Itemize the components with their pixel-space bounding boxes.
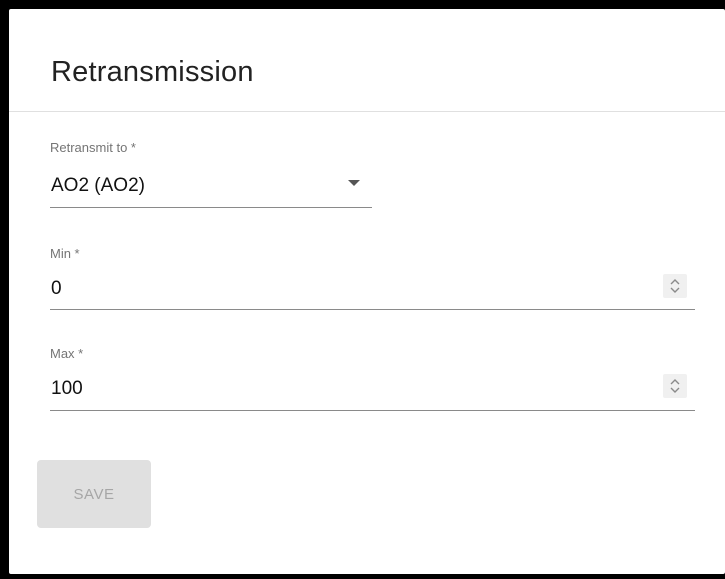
chevron-down-icon[interactable] [348, 180, 360, 186]
max-underline [50, 410, 695, 411]
min-value[interactable]: 0 [51, 278, 62, 300]
max-spinner-icon[interactable] [663, 374, 687, 398]
save-button[interactable]: SAVE [37, 460, 151, 528]
min-underline [50, 309, 695, 310]
retransmission-card: Retransmission Retransmit to * AO2 (AO2)… [9, 9, 725, 574]
min-label: Min * [50, 246, 80, 261]
card-header: Retransmission [9, 9, 725, 112]
max-label: Max * [50, 346, 84, 361]
card-title: Retransmission [51, 56, 254, 88]
retransmit-value[interactable]: AO2 (AO2) [51, 175, 145, 197]
max-value[interactable]: 100 [51, 378, 83, 400]
retransmit-label: Retransmit to * [50, 140, 136, 155]
min-spinner-icon[interactable] [663, 274, 687, 298]
retransmit-underline [50, 207, 372, 208]
